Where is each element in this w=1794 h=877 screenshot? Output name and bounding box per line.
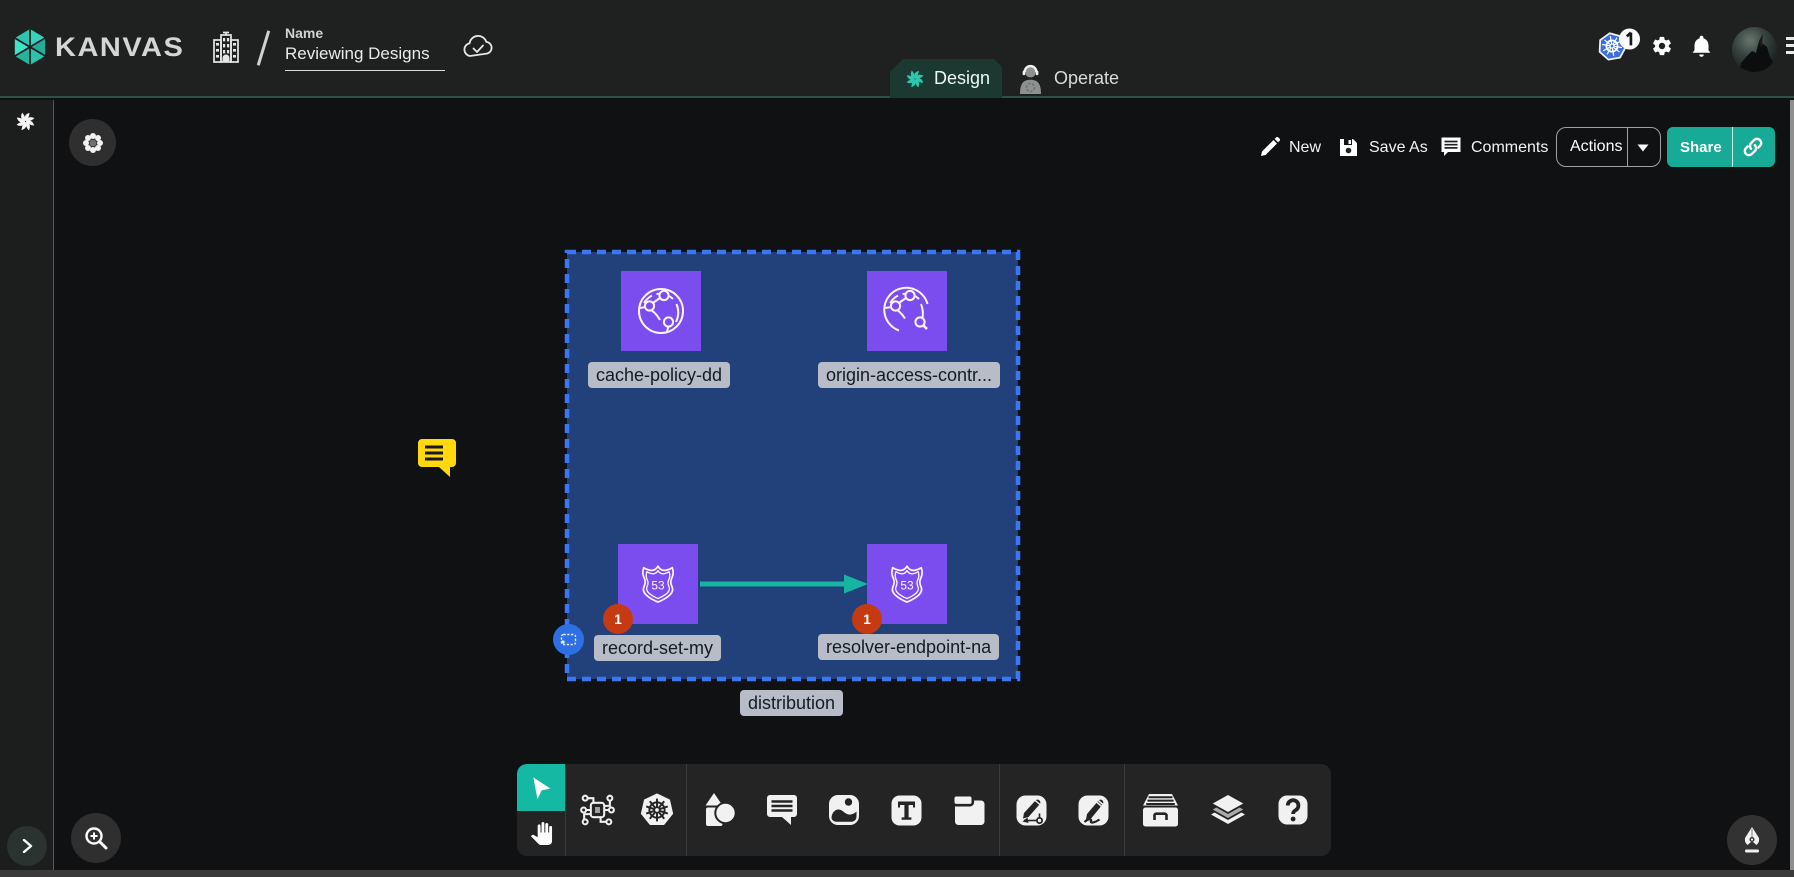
svg-text:53: 53	[900, 578, 914, 592]
svg-text:53: 53	[651, 578, 665, 592]
